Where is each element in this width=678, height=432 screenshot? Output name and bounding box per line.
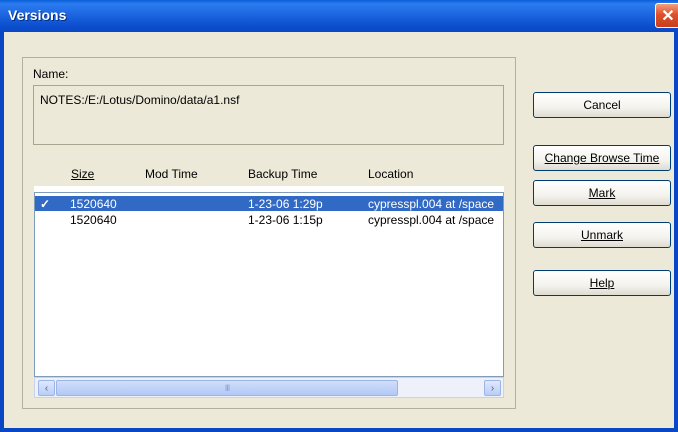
close-icon: ✕ (661, 7, 675, 25)
cell-size: 1520640 (70, 213, 117, 227)
cell-location: cypresspl.004 at /space (368, 197, 495, 211)
chevron-right-icon: › (490, 382, 495, 394)
scroll-left-button[interactable]: ‹ (38, 380, 55, 396)
list-item[interactable]: 1520640 1-23-06 1:15p cypresspl.004 at /… (35, 212, 503, 227)
list-body[interactable]: ✓ 1520640 1-23-06 1:29p cypresspl.004 at… (34, 192, 504, 377)
cell-backup-time: 1-23-06 1:15p (248, 213, 323, 227)
unmark-button[interactable]: Unmark (533, 222, 671, 248)
window-frame-right (674, 32, 678, 432)
title-bar: Versions ✕ (0, 0, 678, 32)
scrollbar-thumb[interactable]: III (56, 380, 398, 396)
window-frame-left (0, 32, 4, 432)
column-header-backup-time[interactable]: Backup Time (248, 167, 317, 181)
list-item[interactable]: ✓ 1520640 1-23-06 1:29p cypresspl.004 at… (35, 196, 503, 211)
list-header: Size Mod Time Backup Time Location (34, 158, 504, 186)
cell-location: cypresspl.004 at /space (368, 213, 495, 227)
column-header-location[interactable]: Location (368, 167, 413, 181)
column-header-size[interactable]: Size (71, 167, 94, 181)
chevron-left-icon: ‹ (44, 382, 49, 394)
name-field: NOTES:/E:/Lotus/Domino/data/a1.nsf (33, 85, 504, 145)
window-frame-bottom (0, 428, 678, 432)
close-button[interactable]: ✕ (655, 3, 678, 28)
horizontal-scrollbar[interactable]: ‹ III › (34, 377, 504, 398)
versions-list: Size Mod Time Backup Time Location ✓ 152… (34, 158, 504, 398)
help-button[interactable]: Help (533, 270, 671, 296)
column-header-mod-time[interactable]: Mod Time (145, 167, 198, 181)
grip-icon: III (224, 383, 230, 393)
check-icon: ✓ (40, 197, 51, 211)
name-label: Name: (33, 67, 69, 81)
scroll-right-button[interactable]: › (484, 380, 501, 396)
name-value: NOTES:/E:/Lotus/Domino/data/a1.nsf (40, 93, 240, 107)
mark-button[interactable]: Mark (533, 180, 671, 206)
cancel-button[interactable]: Cancel (533, 92, 671, 118)
cell-size: 1520640 (70, 197, 117, 211)
cell-backup-time: 1-23-06 1:29p (248, 197, 323, 211)
change-browse-time-button[interactable]: Change Browse Time (533, 145, 671, 171)
window-title: Versions (8, 7, 67, 23)
